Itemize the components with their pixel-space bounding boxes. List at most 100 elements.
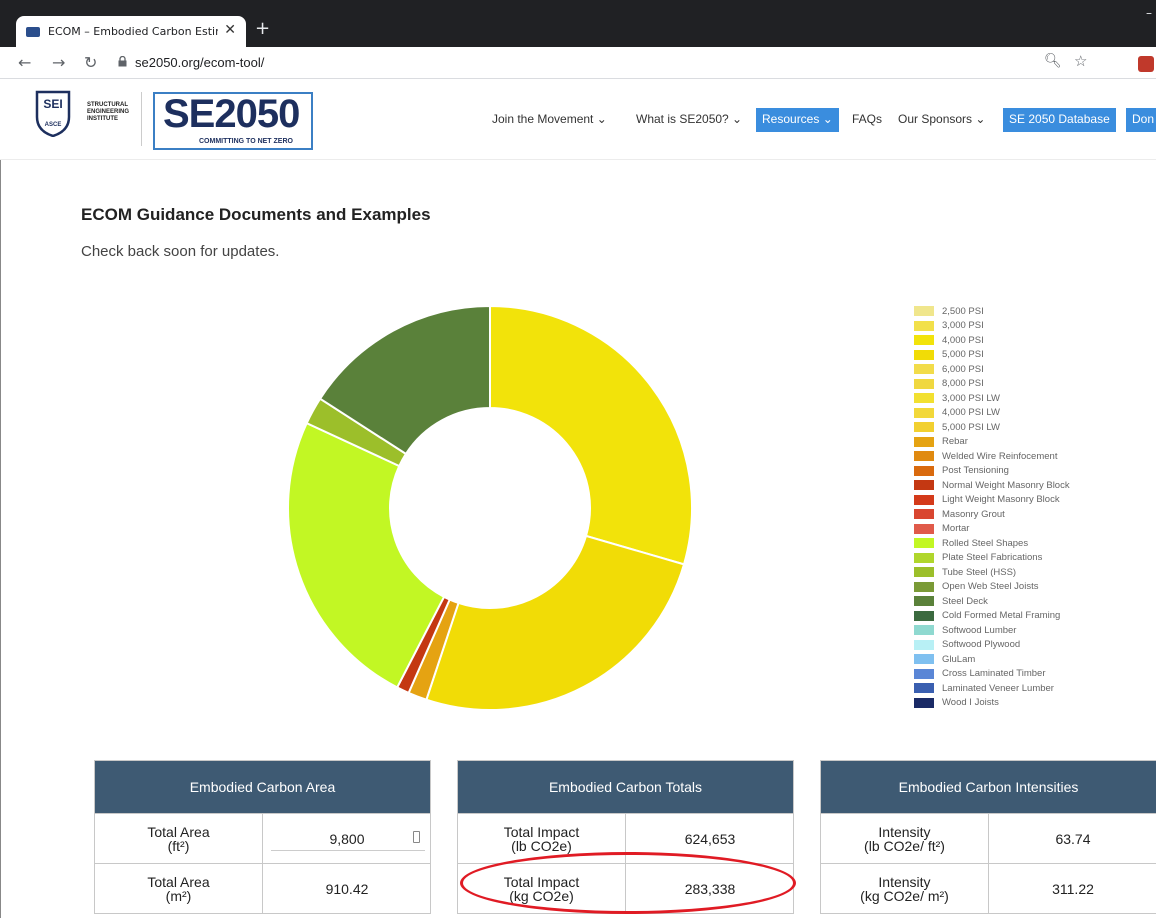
legend-swatch	[914, 465, 934, 476]
back-arrow-icon[interactable]: ←	[18, 53, 31, 72]
legend-item-2[interactable]: 4,000 PSI	[914, 333, 1070, 348]
red-annotation-ellipse	[460, 852, 796, 914]
legend-label: Open Web Steel Joists	[942, 581, 1039, 593]
legend-swatch	[914, 596, 934, 607]
legend-swatch	[914, 654, 934, 665]
legend-swatch	[914, 538, 934, 549]
legend-item-22[interactable]: Softwood Lumber	[914, 623, 1070, 638]
legend-label: Wood I Joists	[942, 697, 999, 709]
legend-label: Laminated Veneer Lumber	[942, 682, 1054, 694]
browser-tab[interactable]: ECOM – Embodied Carbon Estim ✕	[16, 16, 246, 47]
intensity-lb-value: 63.74	[1055, 831, 1091, 847]
legend-item-0[interactable]: 2,500 PSI	[914, 304, 1070, 319]
legend-item-20[interactable]: Steel Deck	[914, 594, 1070, 609]
new-tab-icon[interactable]: +	[255, 18, 270, 39]
legend-swatch	[914, 509, 934, 520]
legend-item-11[interactable]: Post Tensioning	[914, 464, 1070, 479]
extension-icon[interactable]	[1138, 56, 1154, 72]
legend-item-25[interactable]: Cross Laminated Timber	[914, 667, 1070, 682]
legend-swatch	[914, 610, 934, 621]
legend-swatch	[914, 422, 934, 433]
legend-label: Light Weight Masonry Block	[942, 494, 1060, 506]
legend-item-17[interactable]: Plate Steel Fabrications	[914, 551, 1070, 566]
legend-swatch	[914, 436, 934, 447]
legend-label: Softwood Lumber	[942, 624, 1017, 636]
legend-swatch	[914, 306, 934, 317]
legend-item-3[interactable]: 5,000 PSI	[914, 348, 1070, 363]
main-nav: Join the Movement ⌄ What is SE2050? ⌄ Re…	[0, 108, 1156, 132]
minimize-window-icon[interactable]: –	[1146, 6, 1152, 20]
legend-item-9[interactable]: Rebar	[914, 435, 1070, 450]
legend-label: Tube Steel (HSS)	[942, 566, 1017, 578]
nav-join-the-movement[interactable]: Join the Movement ⌄	[492, 112, 607, 126]
page-subtext: Check back soon for updates.	[81, 243, 280, 260]
bookmark-star-icon[interactable]: ☆	[1074, 52, 1087, 70]
nav-resources[interactable]: Resources ⌄	[756, 108, 839, 132]
legend-label: Softwood Plywood	[942, 639, 1021, 651]
nav-what-is-se2050[interactable]: What is SE2050? ⌄	[636, 112, 742, 126]
donut-slice-3[interactable]	[425, 534, 686, 711]
legend-label: Normal Weight Masonry Block	[942, 479, 1070, 491]
area-row-m2: Total Area (m²) 910.42	[95, 863, 430, 914]
legend-label: 3,000 PSI LW	[942, 392, 1000, 404]
legend-item-19[interactable]: Open Web Steel Joists	[914, 580, 1070, 595]
site-favicon-icon	[26, 26, 40, 37]
total-area-m2-value: 910.42	[325, 881, 369, 897]
number-spinner-icon[interactable]	[413, 831, 420, 843]
legend-item-12[interactable]: Normal Weight Masonry Block	[914, 478, 1070, 493]
legend-item-23[interactable]: Softwood Plywood	[914, 638, 1070, 653]
legend-item-1[interactable]: 3,000 PSI	[914, 319, 1070, 334]
legend-swatch	[914, 552, 934, 563]
legend-item-6[interactable]: 3,000 PSI LW	[914, 391, 1070, 406]
legend-swatch	[914, 639, 934, 650]
embodied-carbon-donut-chart	[287, 304, 693, 711]
embodied-carbon-area-panel: Embodied Carbon Area Total Area (ft²) 9,8…	[94, 760, 431, 914]
address-bar[interactable]: se2050.org/ecom-tool/	[135, 55, 264, 70]
nav-donate[interactable]: Don	[1126, 108, 1156, 132]
legend-item-13[interactable]: Light Weight Masonry Block	[914, 493, 1070, 508]
se2050-tagline: COMMITTING TO NET ZERO	[199, 138, 293, 145]
intensities-panel-title: Embodied Carbon Intensities	[821, 761, 1156, 813]
tab-title: ECOM – Embodied Carbon Estim	[48, 25, 218, 38]
forward-arrow-icon[interactable]: →	[52, 53, 65, 72]
legend-label: Masonry Grout	[942, 508, 1005, 520]
total-area-ft2-input[interactable]: 9,800	[263, 814, 431, 864]
legend-swatch	[914, 335, 934, 346]
zoom-icon[interactable]: 🔍︎	[1044, 53, 1062, 69]
legend-item-14[interactable]: Masonry Grout	[914, 507, 1070, 522]
page-heading: ECOM Guidance Documents and Examples	[81, 205, 431, 224]
legend-label: 3,000 PSI	[942, 320, 984, 332]
legend-swatch	[914, 523, 934, 534]
legend-item-15[interactable]: Mortar	[914, 522, 1070, 537]
legend-swatch	[914, 320, 934, 331]
reload-icon[interactable]: ↻	[84, 53, 97, 72]
legend-item-10[interactable]: Welded Wire Reinfocement	[914, 449, 1070, 464]
legend-item-8[interactable]: 5,000 PSI LW	[914, 420, 1070, 435]
legend-label: 4,000 PSI LW	[942, 407, 1000, 419]
site-header: SEI ASCE STRUCTURAL ENGINEERING INSTITUT…	[0, 80, 1156, 160]
intensity-lb-label: Intensity (lb CO2e/ ft²)	[821, 814, 989, 864]
close-tab-icon[interactable]: ✕	[224, 22, 236, 38]
donut-slice-2[interactable]	[489, 304, 693, 566]
legend-item-24[interactable]: GluLam	[914, 652, 1070, 667]
legend-label: Cold Formed Metal Framing	[942, 610, 1061, 622]
legend-item-21[interactable]: Cold Formed Metal Framing	[914, 609, 1070, 624]
nav-se2050-database[interactable]: SE 2050 Database	[1003, 108, 1116, 132]
legend-item-27[interactable]: Wood I Joists	[914, 696, 1070, 711]
legend-item-4[interactable]: 6,000 PSI	[914, 362, 1070, 377]
legend-label: Welded Wire Reinfocement	[942, 450, 1058, 462]
legend-item-26[interactable]: Laminated Veneer Lumber	[914, 681, 1070, 696]
nav-faqs[interactable]: FAQs	[852, 112, 882, 126]
chart-legend: 2,500 PSI 3,000 PSI 4,000 PSI 5,000 PSI 6,00…	[914, 304, 1070, 710]
legend-item-18[interactable]: Tube Steel (HSS)	[914, 565, 1070, 580]
legend-label: Mortar	[942, 523, 970, 535]
legend-item-16[interactable]: Rolled Steel Shapes	[914, 536, 1070, 551]
intensity-kg-value: 311.22	[1052, 881, 1094, 897]
legend-label: 6,000 PSI	[942, 363, 984, 375]
nav-our-sponsors[interactable]: Our Sponsors ⌄	[898, 112, 985, 126]
legend-swatch	[914, 407, 934, 418]
legend-item-5[interactable]: 8,000 PSI	[914, 377, 1070, 392]
legend-swatch	[914, 378, 934, 389]
legend-label: Post Tensioning	[942, 465, 1009, 477]
legend-item-7[interactable]: 4,000 PSI LW	[914, 406, 1070, 421]
